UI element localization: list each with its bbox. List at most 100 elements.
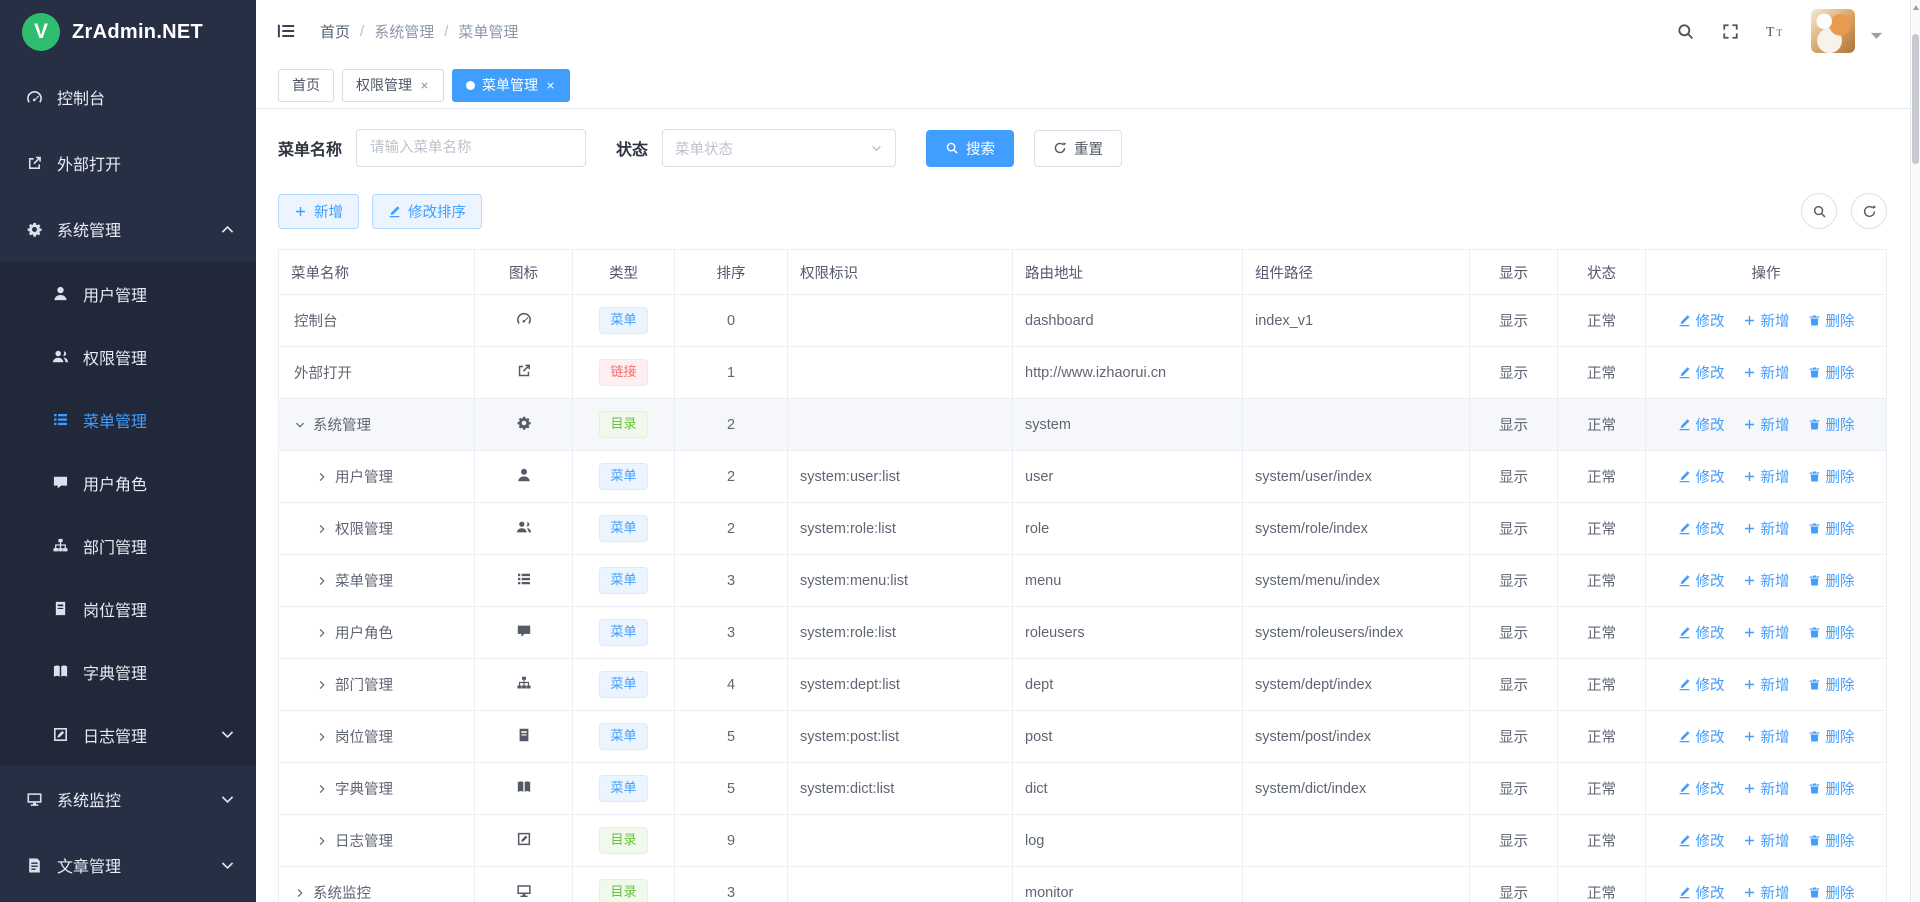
delete-link[interactable]: 删除	[1808, 778, 1855, 799]
sidebar-subitem[interactable]: 字典管理	[0, 640, 256, 703]
edit-link[interactable]: 修改	[1678, 674, 1725, 695]
add-link[interactable]: 新增	[1743, 518, 1790, 539]
add-link[interactable]: 新增	[1743, 362, 1790, 383]
table-row[interactable]: 系统监控目录3monitor显示正常修改新增删除	[279, 867, 1887, 902]
delete-link[interactable]: 删除	[1808, 570, 1855, 591]
table-row[interactable]: 岗位管理菜单5system:post:listpostsystem/post/i…	[279, 711, 1887, 763]
delete-link[interactable]: 删除	[1808, 726, 1855, 747]
sidebar-subitem[interactable]: 权限管理	[0, 325, 256, 388]
search-icon[interactable]	[1676, 22, 1695, 41]
table-row[interactable]: 系统管理目录2system显示正常修改新增删除	[279, 399, 1887, 451]
table-row[interactable]: 控制台菜单0dashboardindex_v1显示正常修改新增删除	[279, 295, 1887, 347]
sidebar-subitem[interactable]: 部门管理	[0, 514, 256, 577]
expand-row-icon[interactable]	[316, 575, 328, 587]
add-link[interactable]: 新增	[1743, 466, 1790, 487]
add-link[interactable]: 新增	[1743, 310, 1790, 331]
collapse-sidebar-icon[interactable]	[276, 21, 296, 41]
table-row[interactable]: 菜单管理菜单3system:menu:listmenusystem/menu/i…	[279, 555, 1887, 607]
add-link[interactable]: 新增	[1743, 414, 1790, 435]
sidebar-subitem[interactable]: 菜单管理	[0, 388, 256, 451]
delete-link[interactable]: 删除	[1808, 518, 1855, 539]
close-tab-icon[interactable]	[545, 80, 556, 91]
toggle-search-button[interactable]	[1801, 193, 1837, 229]
edit-link[interactable]: 修改	[1678, 622, 1725, 643]
table-row[interactable]: 字典管理菜单5system:dict:listdictsystem/dict/i…	[279, 763, 1887, 815]
menu-name-input[interactable]	[356, 129, 586, 167]
tab-1[interactable]: 权限管理	[342, 69, 444, 102]
expand-row-icon[interactable]	[316, 523, 328, 535]
app-logo[interactable]: V ZrAdmin.NET	[0, 0, 256, 64]
add-link[interactable]: 新增	[1743, 674, 1790, 695]
delete-link[interactable]: 删除	[1808, 674, 1855, 695]
delete-link[interactable]: 删除	[1808, 830, 1855, 851]
edit-link[interactable]: 修改	[1678, 570, 1725, 591]
sidebar-item[interactable]: 系统管理	[0, 196, 256, 262]
tab-label: 权限管理	[356, 75, 412, 95]
tab-0[interactable]: 首页	[278, 69, 334, 102]
edit-link[interactable]: 修改	[1678, 830, 1725, 851]
cell-component	[1243, 867, 1470, 902]
font-size-icon[interactable]: TT	[1766, 22, 1785, 41]
scrollbar-up-arrow[interactable]	[1913, 5, 1919, 10]
delete-link[interactable]: 删除	[1808, 362, 1855, 383]
table-row[interactable]: 部门管理菜单4system:dept:listdeptsystem/dept/i…	[279, 659, 1887, 711]
tab-active[interactable]: 菜单管理	[452, 69, 570, 102]
table-row[interactable]: 用户管理菜单2system:user:listusersystem/user/i…	[279, 451, 1887, 503]
sidebar-subitem[interactable]: 用户角色	[0, 451, 256, 514]
expand-row-icon[interactable]	[294, 887, 306, 899]
delete-link[interactable]: 删除	[1808, 466, 1855, 487]
edit-link[interactable]: 修改	[1678, 466, 1725, 487]
edit-link[interactable]: 修改	[1678, 362, 1725, 383]
expand-row-icon[interactable]	[316, 679, 328, 691]
add-button[interactable]: 新增	[278, 194, 359, 229]
search-button[interactable]: 搜索	[926, 130, 1014, 167]
reset-button[interactable]: 重置	[1034, 130, 1122, 167]
sidebar-item[interactable]: 控制台	[0, 64, 256, 130]
add-link[interactable]: 新增	[1743, 726, 1790, 747]
add-link[interactable]: 新增	[1743, 570, 1790, 591]
table-row[interactable]: 日志管理目录9log显示正常修改新增删除	[279, 815, 1887, 867]
edit-link[interactable]: 修改	[1678, 414, 1725, 435]
breadcrumb-item[interactable]: 首页	[320, 21, 350, 42]
edit-link[interactable]: 修改	[1678, 310, 1725, 331]
vertical-scrollbar[interactable]	[1910, 0, 1920, 902]
sidebar-subitem[interactable]: 岗位管理	[0, 577, 256, 640]
delete-link[interactable]: 删除	[1808, 882, 1855, 902]
expand-row-icon[interactable]	[316, 783, 328, 795]
edit-link[interactable]: 修改	[1678, 726, 1725, 747]
sidebar-item[interactable]: 文章管理	[0, 832, 256, 898]
cell-perm	[788, 867, 1013, 902]
sidebar-subitem[interactable]: 用户管理	[0, 262, 256, 325]
expand-row-icon[interactable]	[316, 471, 328, 483]
add-link[interactable]: 新增	[1743, 778, 1790, 799]
sidebar-subitem[interactable]: 日志管理	[0, 703, 256, 766]
add-link[interactable]: 新增	[1743, 830, 1790, 851]
scrollbar-thumb[interactable]	[1912, 34, 1919, 164]
add-link[interactable]: 新增	[1743, 882, 1790, 902]
edit-link[interactable]: 修改	[1678, 778, 1725, 799]
delete-link[interactable]: 删除	[1808, 414, 1855, 435]
caret-down-icon[interactable]	[1867, 26, 1886, 45]
delete-link[interactable]: 删除	[1808, 622, 1855, 643]
table-row[interactable]: 外部打开链接1http://www.izhaorui.cn显示正常修改新增删除	[279, 347, 1887, 399]
sort-button[interactable]: 修改排序	[372, 194, 482, 229]
collapse-row-icon[interactable]	[294, 419, 306, 431]
status-select[interactable]: 菜单状态	[662, 129, 896, 167]
expand-row-icon[interactable]	[316, 627, 328, 639]
breadcrumb-item: 菜单管理	[458, 21, 518, 42]
sidebar-item[interactable]: 外部打开	[0, 130, 256, 196]
fullscreen-icon[interactable]	[1721, 22, 1740, 41]
table-row[interactable]: 用户角色菜单3system:role:listroleuserssystem/r…	[279, 607, 1887, 659]
sidebar-item[interactable]: 系统监控	[0, 766, 256, 832]
breadcrumb-item[interactable]: 系统管理	[374, 21, 434, 42]
table-row[interactable]: 权限管理菜单2system:role:listrolesystem/role/i…	[279, 503, 1887, 555]
close-tab-icon[interactable]	[419, 80, 430, 91]
add-link[interactable]: 新增	[1743, 622, 1790, 643]
edit-link[interactable]: 修改	[1678, 518, 1725, 539]
avatar[interactable]	[1811, 9, 1855, 53]
expand-row-icon[interactable]	[316, 731, 328, 743]
edit-link[interactable]: 修改	[1678, 882, 1725, 902]
delete-link[interactable]: 删除	[1808, 310, 1855, 331]
expand-row-icon[interactable]	[316, 835, 328, 847]
refresh-table-button[interactable]	[1851, 193, 1887, 229]
